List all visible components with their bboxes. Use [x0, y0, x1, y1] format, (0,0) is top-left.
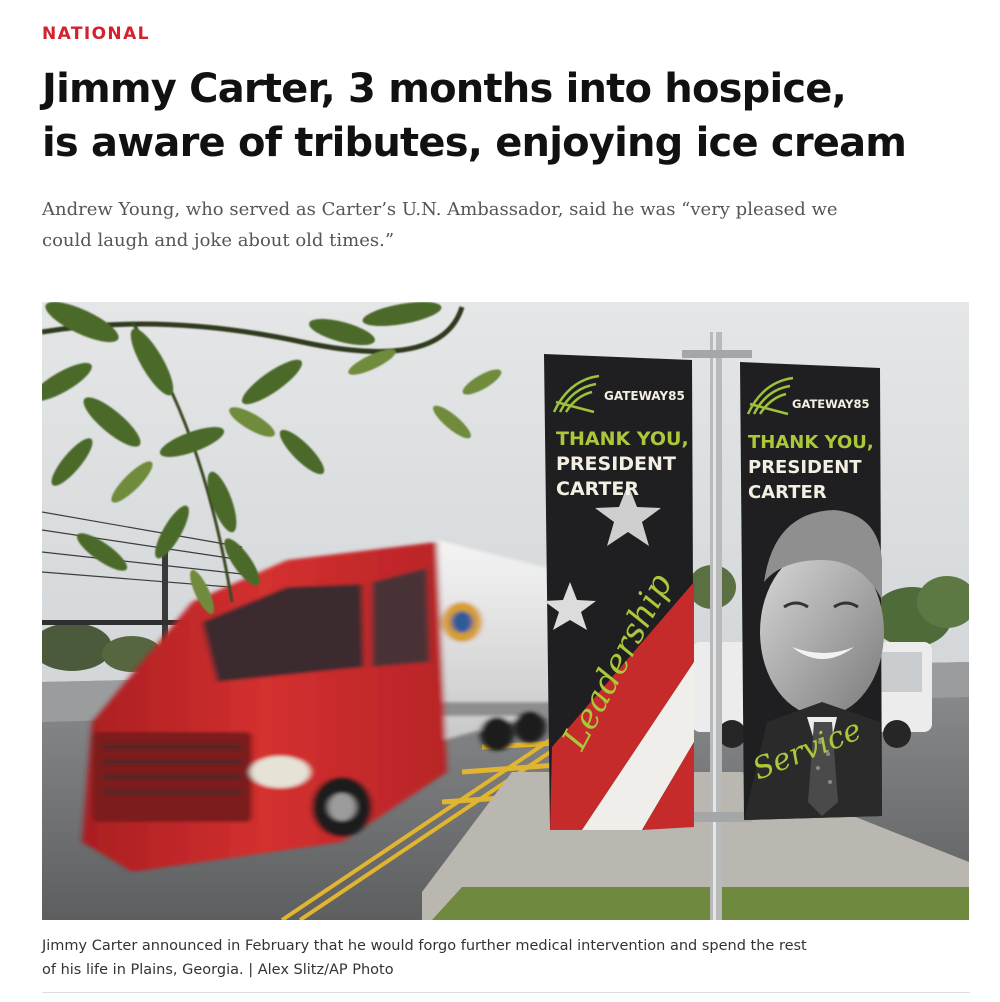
banner-left-line-2: PRESIDENT: [556, 453, 676, 475]
headline: Jimmy Carter, 3 months into hospice, is …: [42, 62, 972, 170]
banner-right-line-2: PRESIDENT: [748, 457, 862, 478]
banner-left-brand: GATEWAY85: [604, 389, 685, 403]
subheadline: Andrew Young, who served as Carter’s U.N…: [42, 194, 962, 256]
lead-photo-illustration: GATEWAY85 THANK YOU, PRESIDENT CARTER Le…: [42, 302, 969, 920]
banner-left-line-1: THANK YOU,: [556, 428, 689, 450]
banner-service: GATEWAY85 THANK YOU, PRESIDENT CARTER Se…: [740, 362, 884, 820]
banner-left-line-3: CARTER: [556, 478, 639, 500]
banner-right-line-1: THANK YOU,: [748, 432, 874, 453]
headline-line-2: is aware of tributes, enjoying ice cream: [42, 120, 907, 166]
banner-right-line-3: CARTER: [748, 482, 827, 503]
subheadline-line-1: Andrew Young, who served as Carter’s U.N…: [42, 199, 838, 220]
headline-line-1: Jimmy Carter, 3 months into hospice,: [42, 66, 847, 112]
lead-photo: GATEWAY85 THANK YOU, PRESIDENT CARTER Le…: [42, 302, 969, 920]
median-grass: [432, 887, 969, 920]
subheadline-line-2: could laugh and joke about old times.”: [42, 230, 395, 251]
photo-caption-line-1: Jimmy Carter announced in February that …: [42, 938, 807, 954]
photo-caption: Jimmy Carter announced in February that …: [42, 934, 972, 982]
divider: [42, 992, 970, 993]
section-label[interactable]: NATIONAL: [42, 24, 150, 44]
banner-right-brand: GATEWAY85: [792, 397, 869, 411]
banner-leadership: GATEWAY85 THANK YOU, PRESIDENT CARTER Le…: [544, 354, 694, 830]
photo-caption-line-2: of his life in Plains, Georgia. | Alex S…: [42, 962, 394, 978]
